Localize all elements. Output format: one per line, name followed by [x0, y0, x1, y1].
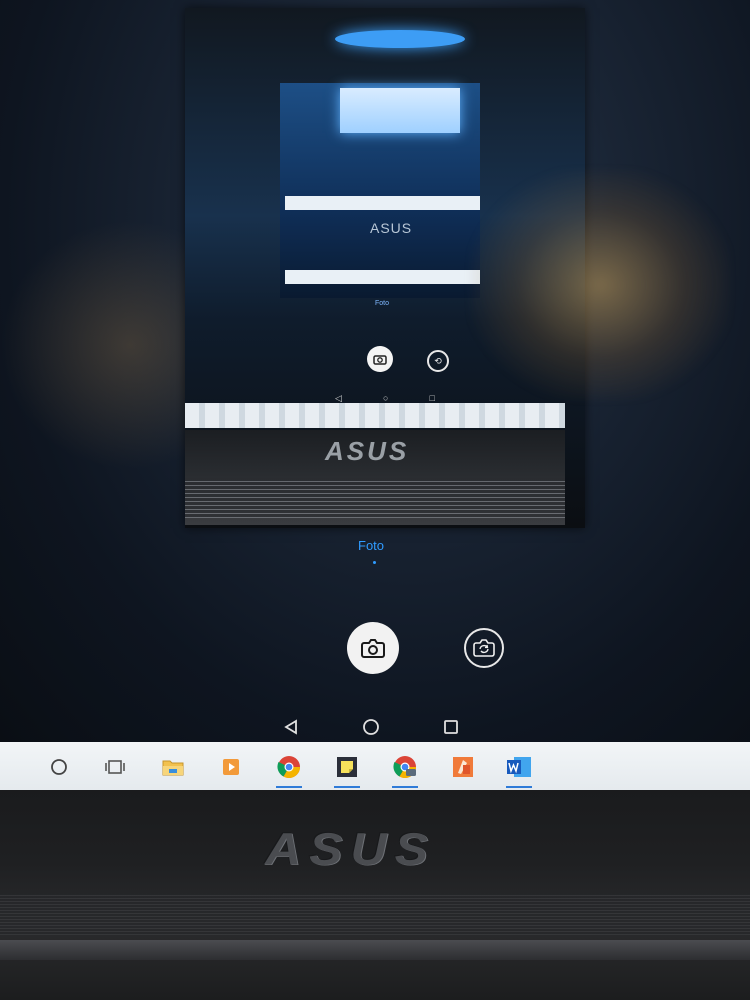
- taskbar-file-explorer[interactable]: [156, 750, 190, 784]
- home-circle-icon: [363, 719, 379, 735]
- mirror-mode-label: Foto: [375, 300, 390, 307]
- asus-logo: ASUS: [265, 823, 436, 875]
- home-button[interactable]: [356, 712, 386, 742]
- camera-mode-indicator: [373, 561, 376, 564]
- photo-scene: ASUS Foto ⟲ ◁ ○ □ ASUS Foto ASUS: [0, 0, 750, 1000]
- back-button[interactable]: [276, 712, 306, 742]
- taskbar-word[interactable]: [502, 750, 536, 788]
- mirror-inner-screen: [340, 88, 460, 133]
- recents-square-icon: [444, 720, 458, 734]
- file-explorer-icon: [162, 760, 184, 776]
- taskbar-media-player[interactable]: [214, 750, 248, 784]
- laptop-screen: ASUS Foto ⟲ ◁ ○ □ ASUS Foto: [0, 0, 750, 745]
- windows-taskbar: [0, 742, 750, 790]
- mirror-taskbar: [185, 403, 565, 428]
- media-player-icon: [223, 759, 239, 775]
- camera-mode-label[interactable]: Foto: [358, 538, 384, 553]
- mirror-inner-brand: ASUS: [370, 220, 413, 236]
- switch-camera-button[interactable]: [464, 628, 504, 668]
- taskbar-active-indicator: [506, 786, 532, 788]
- bezel-edge: [0, 940, 750, 960]
- search-circle-icon: [51, 759, 67, 775]
- mirror-asus-logo: ASUS: [325, 436, 410, 466]
- recents-button[interactable]: [436, 712, 466, 742]
- taskbar-sticky-notes[interactable]: [330, 750, 364, 788]
- taskbar-task-view-button[interactable]: [98, 750, 132, 784]
- mirror-shutter-button: [367, 346, 393, 372]
- taskbar-paint[interactable]: [446, 750, 480, 784]
- mirror-inner-bar: [285, 270, 480, 284]
- paint-icon: [453, 757, 473, 777]
- taskbar-active-indicator: [276, 786, 302, 788]
- camera-icon: [373, 355, 387, 365]
- task-view-icon: [105, 760, 125, 774]
- taskbar-chrome-alt[interactable]: [388, 750, 422, 788]
- camera-icon: [361, 639, 385, 658]
- mirror-scanlines: [185, 478, 565, 518]
- word-icon: [507, 757, 531, 777]
- mirror-switch-camera-icon: ⟲: [427, 350, 449, 372]
- sticky-notes-icon: [337, 757, 357, 777]
- back-triangle-icon: [284, 719, 297, 735]
- taskbar-chrome[interactable]: [272, 750, 306, 788]
- phone-nav-bar: [270, 712, 470, 742]
- mirror-inner-bar: [285, 196, 480, 210]
- taskbar-search-button[interactable]: [42, 750, 76, 784]
- taskbar-active-indicator: [334, 786, 360, 788]
- switch-camera-icon: [473, 639, 495, 657]
- chrome-icon: [277, 756, 300, 778]
- taskbar-active-indicator: [392, 786, 418, 788]
- shutter-button[interactable]: [347, 622, 399, 674]
- screen-glare: [470, 170, 730, 400]
- bezel-texture: [0, 895, 750, 935]
- chrome-alt-icon: [393, 756, 416, 778]
- mirror-top-glow: [335, 30, 465, 48]
